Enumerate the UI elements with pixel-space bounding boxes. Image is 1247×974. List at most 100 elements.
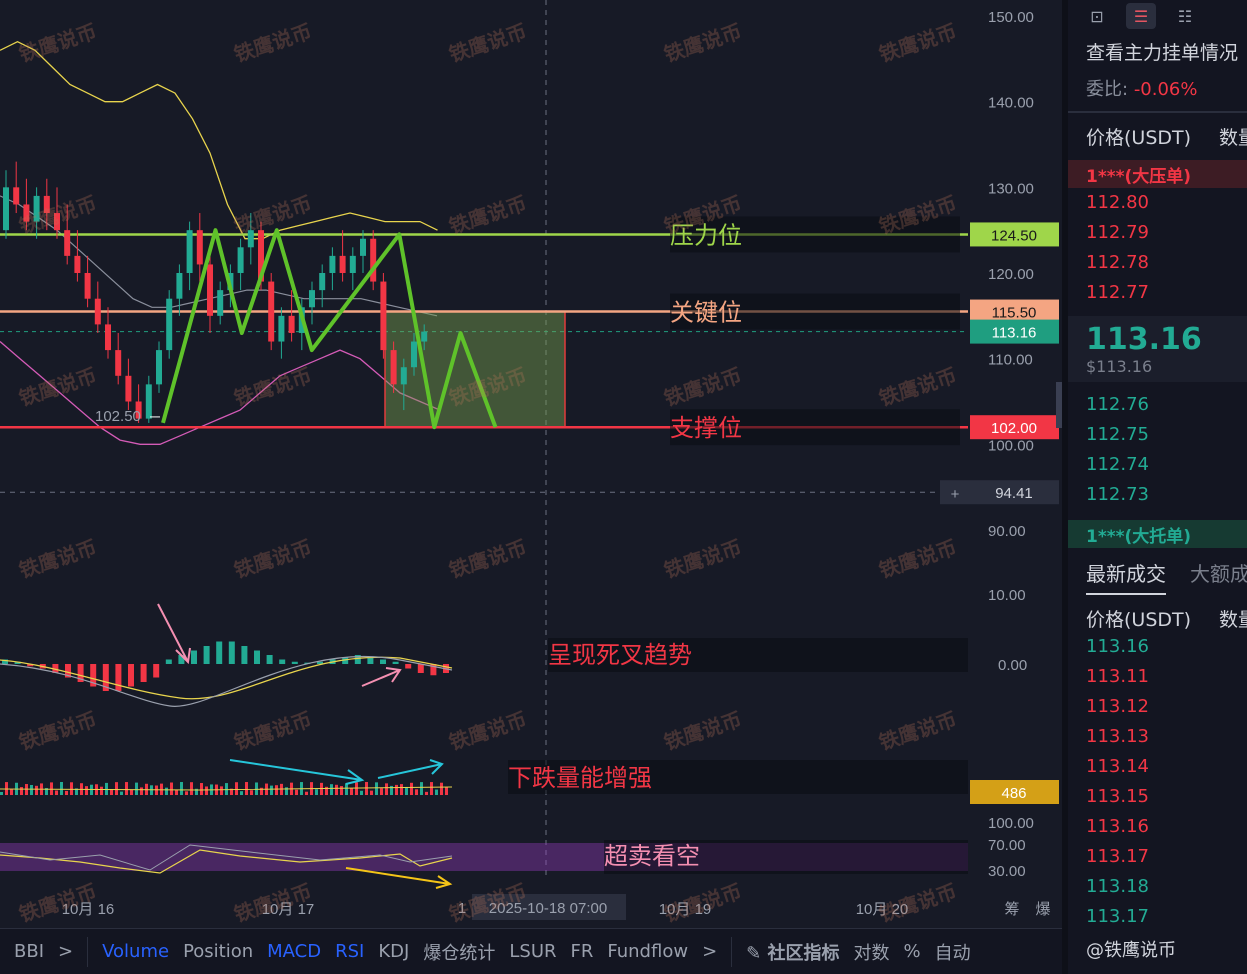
- indicator-tab[interactable]: BBI: [14, 941, 44, 962]
- candle-body: [339, 255, 346, 273]
- volume-bar: [50, 782, 53, 795]
- volume-bar: [65, 790, 68, 795]
- candle-body: [196, 230, 203, 265]
- orderbook-red-icon[interactable]: ☰: [1126, 3, 1156, 29]
- volume-bar: [175, 790, 178, 795]
- indicator-tab[interactable]: Volume: [102, 941, 169, 962]
- footer-brand: @铁鹰说币: [1086, 940, 1176, 961]
- trade-row: 113.16: [1086, 816, 1149, 837]
- candle-body: [64, 230, 71, 256]
- candle-body: [186, 230, 193, 273]
- volume-bar: [255, 782, 258, 795]
- trade-row: 113.12: [1086, 696, 1149, 717]
- candle-body: [380, 281, 387, 351]
- volume-bar: [270, 785, 273, 795]
- volume-bar: [140, 787, 143, 795]
- indicator-tab[interactable]: Position: [183, 941, 253, 962]
- bid-row: 112.73: [1086, 484, 1149, 505]
- volume-bar: [380, 788, 383, 795]
- candle-body: [3, 187, 9, 231]
- candle-body: [125, 375, 132, 402]
- macd-bar: [380, 659, 386, 664]
- volume-bar: [420, 782, 423, 795]
- macd-bar: [153, 664, 160, 678]
- percent-scale-toggle[interactable]: %: [904, 941, 921, 962]
- candle-body: [105, 324, 111, 351]
- cyan-arrow: [229, 759, 365, 785]
- trade-row: 113.13: [1086, 726, 1149, 747]
- volume-bar: [400, 784, 403, 795]
- orderbook-green-icon[interactable]: ☷: [1170, 3, 1200, 29]
- indicator-tab[interactable]: 爆仓统计: [423, 939, 495, 965]
- mid-price-usd: $113.16: [1086, 357, 1153, 376]
- macd-bar: [228, 641, 235, 664]
- indicator-tab[interactable]: >: [58, 941, 73, 962]
- asks-list: 112.80 112.79 112.78 112.77: [1068, 188, 1247, 308]
- watermark: 铁鹰说币: [231, 191, 315, 239]
- trades-col-qty: 数量: [1219, 609, 1247, 631]
- price-tick-label: 100.00: [988, 437, 1034, 454]
- macd-bar: [392, 661, 399, 664]
- watermark: 铁鹰说币: [876, 879, 960, 927]
- tab-latest-trades[interactable]: 最新成交: [1086, 558, 1166, 595]
- indicator-tab[interactable]: KDJ: [378, 941, 409, 962]
- macd-bar: [405, 664, 412, 669]
- ratio-label: 委比:: [1086, 79, 1129, 100]
- log-scale-toggle[interactable]: 对数: [854, 939, 890, 965]
- watermark: 铁鹰说币: [16, 879, 100, 927]
- indicator-tab[interactable]: LSUR: [509, 941, 556, 962]
- price-tick-label: 110.00: [988, 352, 1033, 369]
- indicator-tab[interactable]: RSI: [335, 941, 364, 962]
- volume-bar: [130, 789, 133, 795]
- auto-scale-toggle[interactable]: 自动: [935, 939, 971, 965]
- trade-row: 113.14: [1086, 756, 1149, 777]
- trade-row: 113.17: [1086, 846, 1149, 867]
- tab-large-trades[interactable]: 大额成交: [1190, 558, 1247, 595]
- price-tick-label: 140.00: [988, 95, 1034, 112]
- candle-body: [84, 273, 91, 299]
- volume-bar: [395, 784, 398, 795]
- indicator-tab[interactable]: >: [702, 941, 717, 962]
- candle-body: [288, 315, 295, 333]
- candle-body: [13, 187, 20, 205]
- volume-bar: [85, 786, 88, 795]
- volume-bar: [415, 789, 418, 795]
- volume-bar: [170, 782, 173, 795]
- low-price-label: 102.50: [95, 408, 141, 425]
- macd-bar: [266, 655, 273, 664]
- indicator-tab[interactable]: Fundflow: [607, 941, 688, 962]
- community-indicators-button[interactable]: ✎ 社区指标: [746, 939, 839, 965]
- pink-arrow: [361, 667, 402, 687]
- panel-title: 查看主力挂单情况: [1086, 42, 1239, 64]
- indicator-tab[interactable]: FR: [571, 941, 594, 962]
- volume-tag-label: 486: [1001, 785, 1026, 802]
- candle-body: [349, 255, 356, 273]
- watermark: 铁鹰说币: [876, 363, 960, 411]
- candle-body: [319, 273, 326, 291]
- price-chart[interactable]: 150.00 140.00 130.00 120.00 110.00 100.00 90.0…: [0, 0, 1062, 928]
- macd-tick-label: 10.00: [988, 587, 1026, 604]
- layout-icon[interactable]: ⊡: [1082, 3, 1112, 29]
- watermark: 铁鹰说币: [446, 191, 530, 239]
- chart-area[interactable]: 150.00 140.00 130.00 120.00 110.00 100.00 90.0…: [0, 0, 1062, 928]
- macd-bar: [291, 661, 298, 664]
- indicator-tab[interactable]: MACD: [267, 941, 321, 962]
- volume-bar: [305, 791, 308, 795]
- price-tag-label: 94.41: [995, 485, 1033, 502]
- macd-bar: [254, 650, 260, 664]
- volume-bar: [355, 782, 358, 795]
- volume-bar: [100, 786, 103, 795]
- volume-bar: [405, 786, 408, 795]
- order-book-panel: ⊡ ☰ ☷ 查看主力挂单情况 委比: -0.06% 价格(USDT) 数量 1*…: [1062, 0, 1247, 974]
- indicator-bar: BBI > Volume Position MACD RSI KDJ 爆仓统计 LSUR FR Fu…: [0, 928, 1062, 974]
- bid-row: 112.74: [1086, 454, 1149, 475]
- candle-body: [309, 290, 315, 308]
- orderbook-header: 价格(USDT) 数量: [1068, 113, 1247, 150]
- price-tick-label: 150.00: [988, 9, 1034, 26]
- volume-bar: [345, 783, 348, 795]
- volume-bar: [200, 783, 203, 795]
- macd-bar: [165, 659, 172, 664]
- volume-bar: [335, 784, 338, 795]
- volume-bar: [330, 784, 333, 795]
- volume-bar: [220, 786, 223, 795]
